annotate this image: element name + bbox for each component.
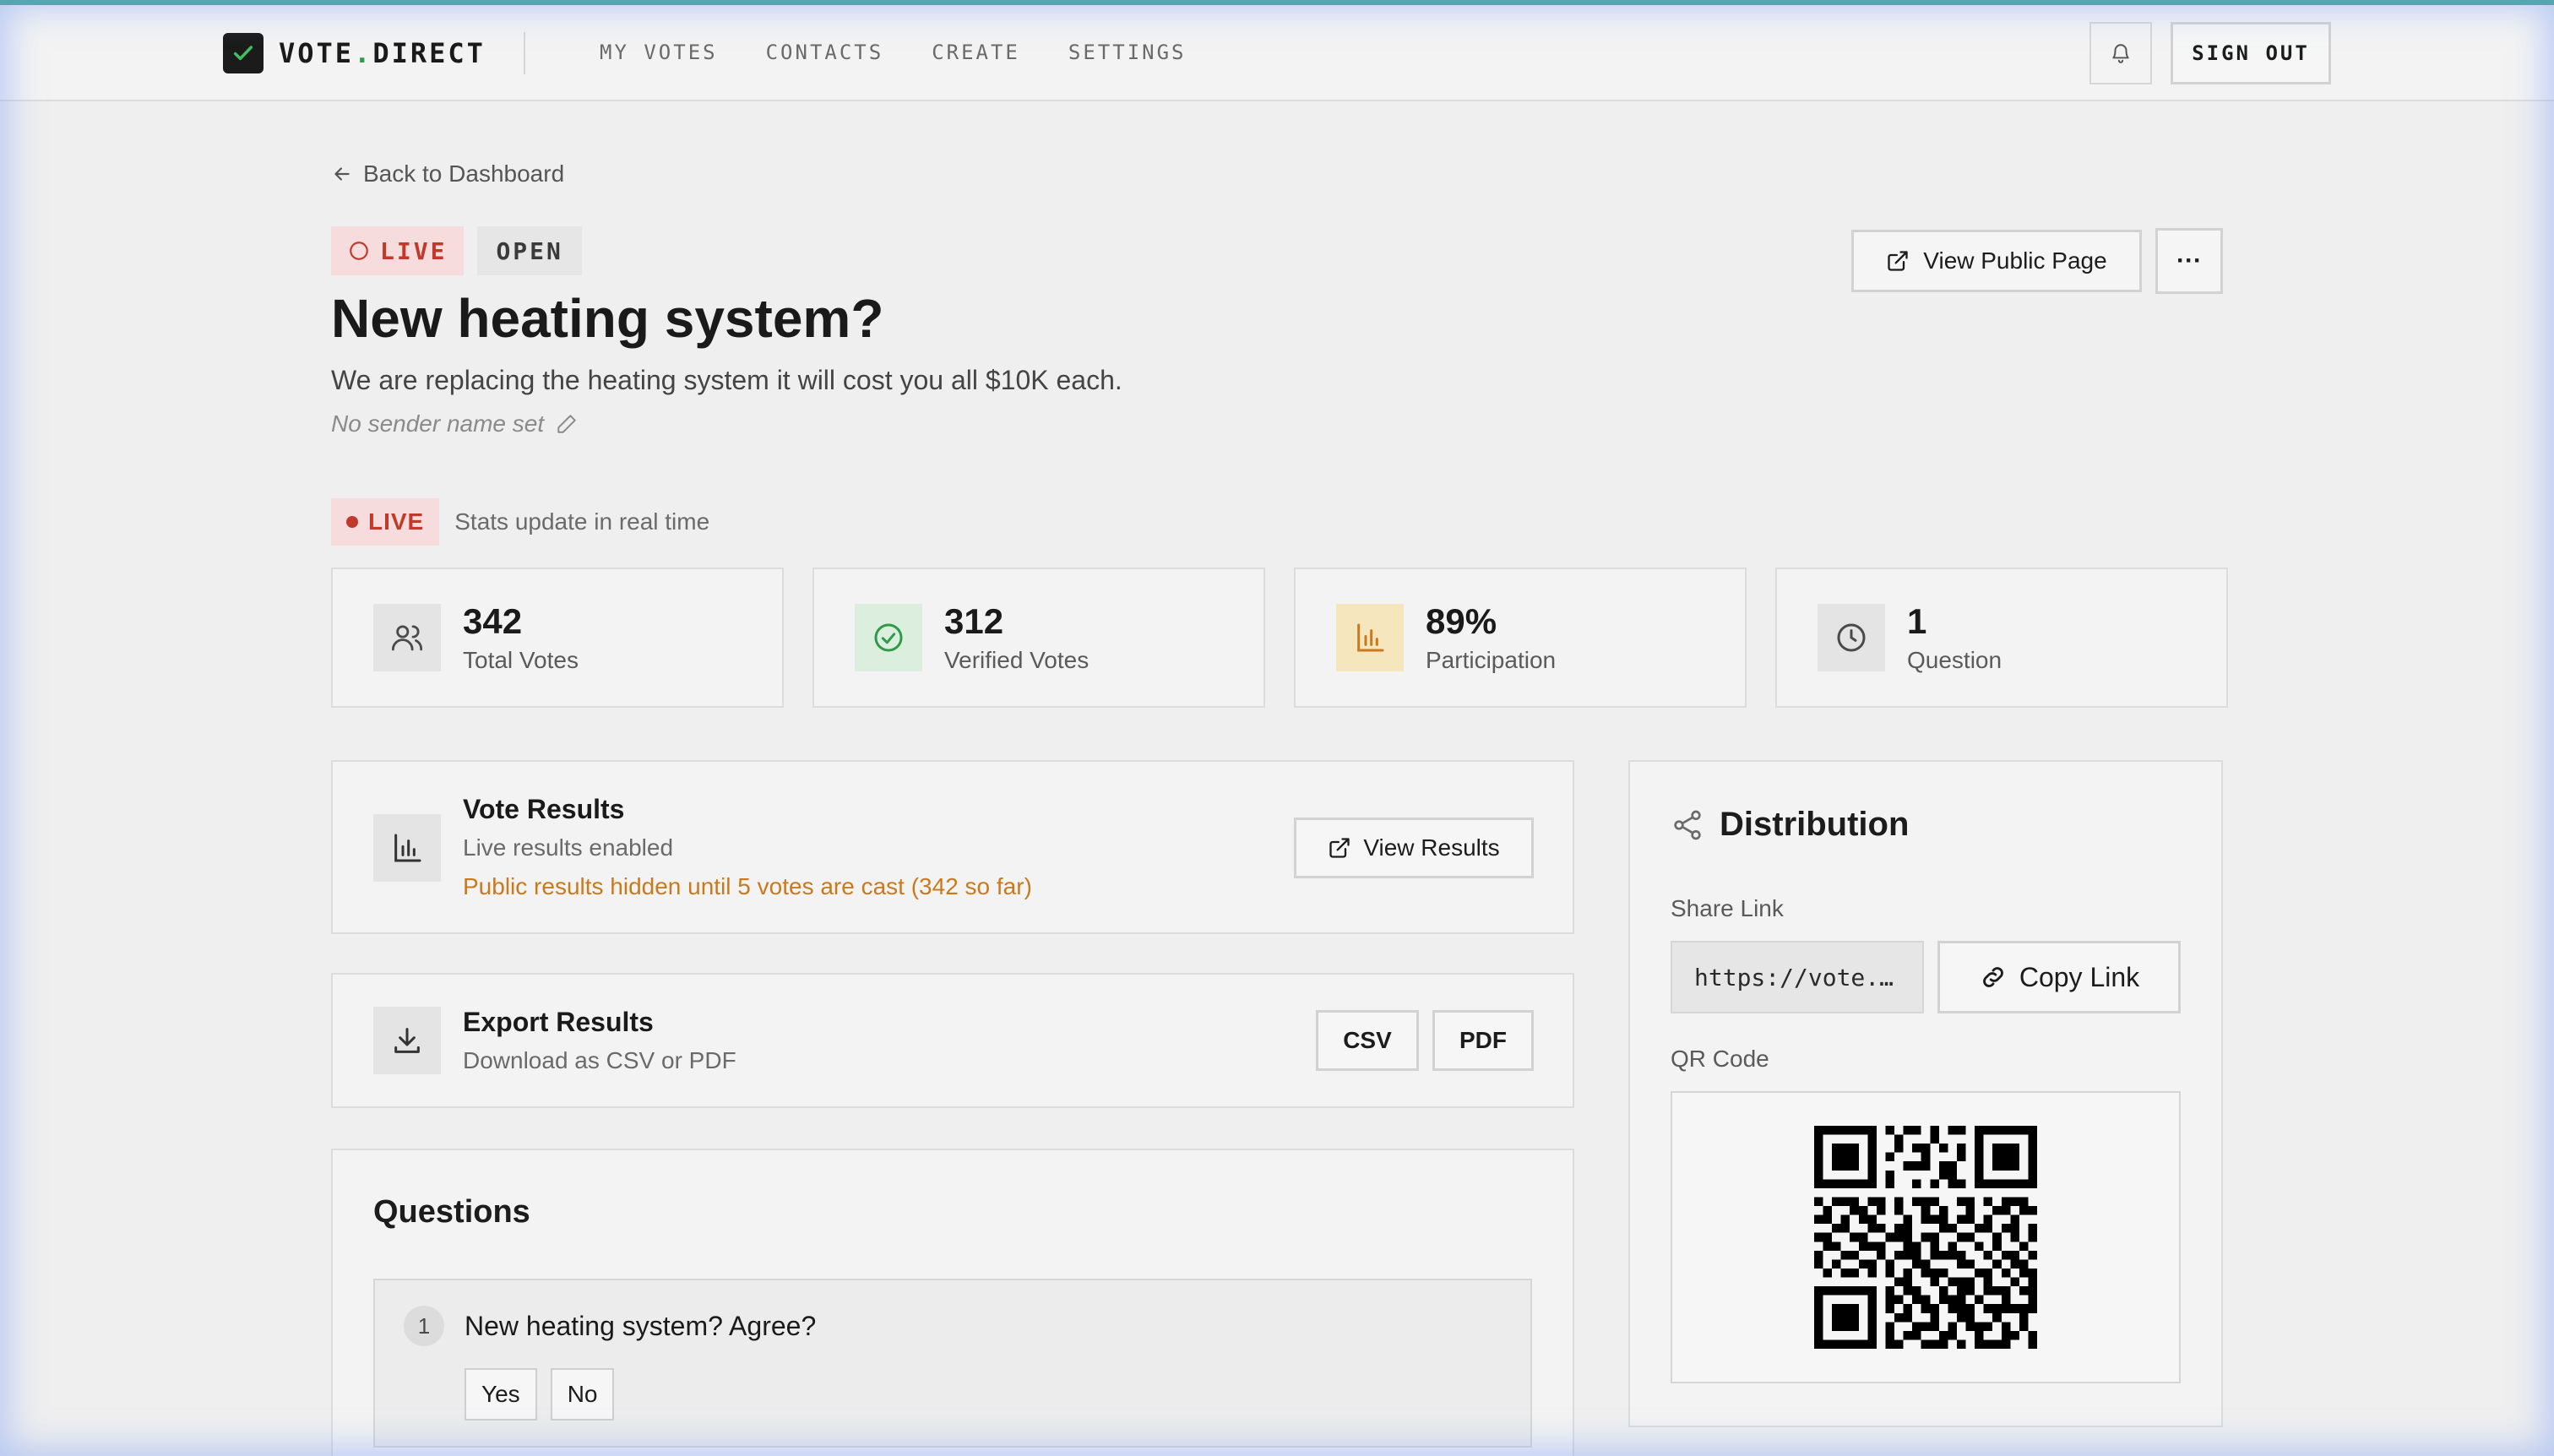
distribution-heading: Distribution — [1671, 806, 1909, 844]
top-nav: VOTE.DIRECT MY VOTES CONTACTS CREATE SET… — [0, 5, 2554, 101]
status-badges: LIVE OPEN — [331, 226, 582, 275]
nav-link-settings[interactable]: SETTINGS — [1068, 41, 1187, 64]
option-yes: Yes — [465, 1368, 537, 1421]
stat-participation: 89% Participation — [1294, 568, 1747, 708]
stat-label: Participation — [1426, 647, 1557, 673]
stat-questions: 1 Question — [1775, 568, 2228, 708]
sign-out-button[interactable]: SIGN OUT — [2171, 22, 2331, 84]
stat-label: Question — [1907, 647, 2002, 673]
users-icon — [373, 604, 441, 671]
qr-code-icon[interactable] — [1814, 1126, 2037, 1349]
back-label: Back to Dashboard — [363, 160, 565, 187]
live-dot-icon — [346, 516, 358, 528]
nav-link-my-votes[interactable]: MY VOTES — [600, 41, 718, 64]
stat-value: 89% — [1426, 601, 1497, 641]
copy-link-label: Copy Link — [2019, 961, 2140, 992]
share-link-label: Share Link — [1671, 895, 1784, 921]
more-options-button[interactable]: ··· — [2155, 228, 2223, 294]
qr-code-frame — [1671, 1091, 2181, 1383]
stat-value: 1 — [1907, 601, 1927, 641]
bell-icon — [2112, 44, 2129, 63]
notifications-button[interactable] — [2089, 22, 2152, 84]
stat-label: Total Votes — [463, 647, 579, 673]
back-to-dashboard-link[interactable]: Back to Dashboard — [331, 160, 564, 187]
circle-icon — [350, 242, 368, 260]
export-title: Export Results — [463, 1007, 654, 1037]
nav-divider — [524, 32, 525, 74]
live-pill-label: LIVE — [368, 508, 425, 535]
stats-row: 342 Total Votes 312 Verified Votes 89% P… — [331, 568, 2228, 708]
question-item: 1 New heating system? Agree? Yes No — [373, 1279, 1532, 1448]
live-pill: LIVE — [331, 498, 440, 546]
results-hidden-warning: Public results hidden until 5 votes are … — [463, 873, 1032, 899]
live-badge: LIVE — [331, 226, 465, 275]
stat-label: Verified Votes — [944, 647, 1090, 673]
view-public-page-button[interactable]: View Public Page — [1851, 230, 2142, 292]
vote-results-card: Vote Results Live results enabled Public… — [331, 760, 1574, 934]
vote-results-sub: Live results enabled — [463, 834, 674, 861]
bar-chart-icon — [373, 814, 441, 882]
arrow-left-icon — [334, 167, 350, 181]
questions-heading: Questions — [373, 1194, 530, 1230]
brand-logo[interactable]: VOTE.DIRECT — [223, 33, 486, 73]
distribution-title: Distribution — [1720, 806, 1910, 843]
question-options: Yes No — [465, 1368, 615, 1421]
view-public-label: View Public Page — [1923, 247, 2107, 274]
download-icon — [373, 1007, 441, 1074]
stat-value: 312 — [944, 601, 1004, 641]
option-no: No — [550, 1368, 615, 1421]
nav-link-contacts[interactable]: CONTACTS — [766, 41, 884, 64]
open-badge: OPEN — [477, 226, 582, 275]
live-stats-bar: LIVE Stats update in real time — [331, 498, 709, 546]
share-link-field[interactable]: https://vote.… — [1671, 941, 1924, 1013]
stat-total-votes: 342 Total Votes — [331, 568, 784, 708]
check-logo-icon — [223, 33, 264, 73]
stat-verified-votes: 312 Verified Votes — [812, 568, 1265, 708]
link-icon — [1982, 967, 2003, 987]
external-link-icon — [1888, 251, 1908, 271]
qr-code-label: QR Code — [1671, 1046, 1769, 1072]
sender-name[interactable]: No sender name set — [331, 410, 578, 437]
export-pdf-button[interactable]: PDF — [1432, 1010, 1534, 1071]
stat-value: 342 — [463, 601, 523, 641]
check-circle-icon — [855, 604, 922, 671]
view-results-label: View Results — [1363, 834, 1500, 861]
export-sub: Download as CSV or PDF — [463, 1047, 736, 1073]
external-link-icon — [1329, 838, 1350, 858]
bar-chart-icon — [1336, 604, 1404, 671]
nav-link-create[interactable]: CREATE — [932, 41, 1020, 64]
brand-name: VOTE.DIRECT — [279, 37, 486, 69]
view-results-button[interactable]: View Results — [1294, 818, 1534, 878]
vote-description: We are replacing the heating system it w… — [331, 365, 1122, 395]
pencil-icon[interactable] — [556, 413, 578, 435]
question-number: 1 — [404, 1306, 444, 1346]
page-title: New heating system? — [331, 288, 884, 349]
live-note: Stats update in real time — [454, 508, 710, 535]
question-text: New heating system? Agree? — [465, 1311, 817, 1341]
vote-results-title: Vote Results — [463, 794, 625, 824]
share-icon — [1674, 810, 1701, 839]
top-accent-line — [0, 0, 2554, 5]
export-csv-button[interactable]: CSV — [1316, 1010, 1419, 1071]
nav-links: MY VOTES CONTACTS CREATE SETTINGS — [600, 41, 1186, 64]
export-results-card: Export Results Download as CSV or PDF CS… — [331, 973, 1574, 1108]
sender-name-label: No sender name set — [331, 410, 545, 437]
clock-icon — [1818, 604, 1885, 671]
live-badge-label: LIVE — [380, 236, 448, 265]
copy-link-button[interactable]: Copy Link — [1937, 941, 2181, 1013]
